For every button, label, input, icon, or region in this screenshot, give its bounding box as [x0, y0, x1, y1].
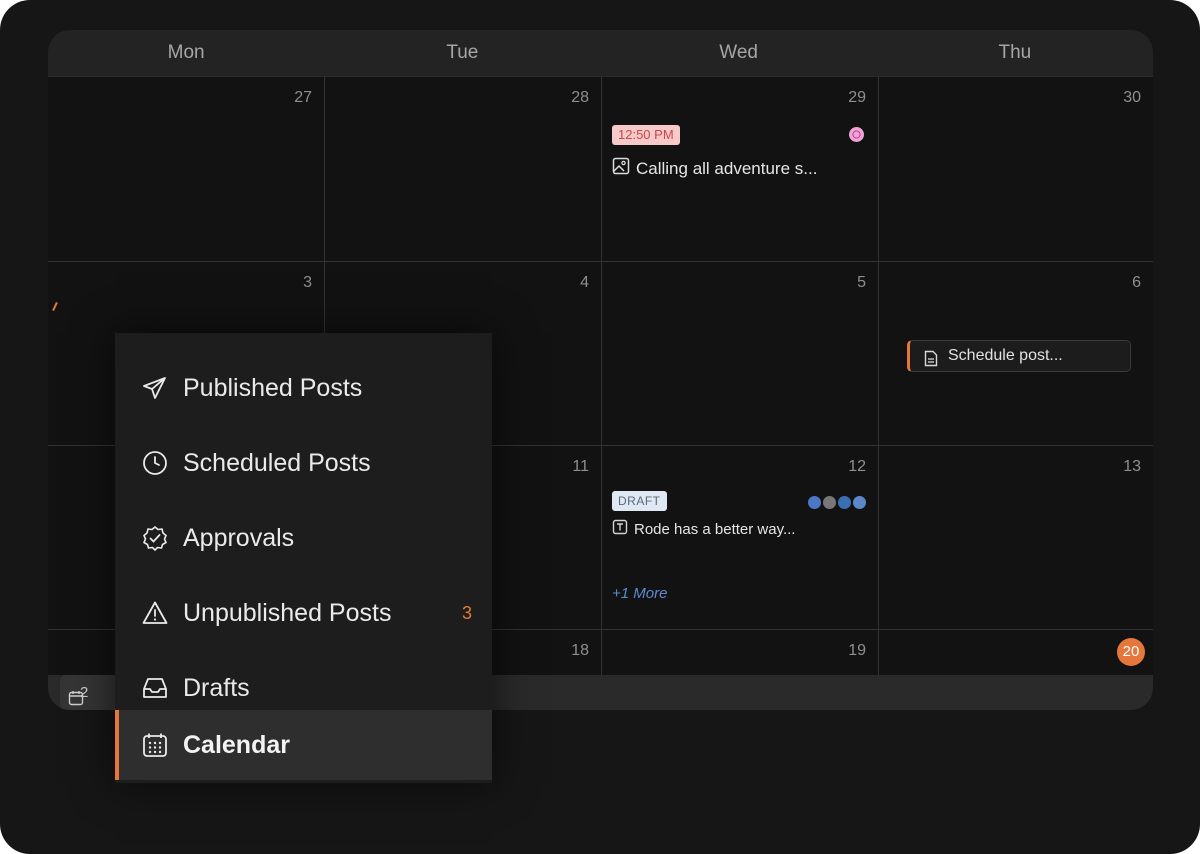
check-badge-icon	[141, 524, 169, 552]
day-cell[interactable]: 13	[879, 446, 1153, 630]
post-preview[interactable]: Calling all adventure s...	[612, 157, 817, 180]
post-title: Calling all adventure s...	[636, 158, 818, 178]
day-name-tue: Tue	[446, 42, 479, 63]
menu-item-approvals[interactable]: Approvals	[115, 503, 492, 573]
document-icon	[924, 348, 938, 378]
day-number: 12	[848, 458, 866, 475]
menu-label: Drafts	[183, 673, 250, 702]
sidebar-menu: Published Posts Scheduled Posts Approval…	[115, 333, 492, 783]
day-cell[interactable]: 28	[325, 77, 602, 262]
day-name-thu: Thu	[998, 42, 1032, 63]
day-number: 27	[294, 89, 312, 106]
inbox-tray-icon	[141, 674, 169, 702]
menu-label: Approvals	[183, 523, 295, 552]
day-number: 11	[572, 458, 589, 475]
day-number: 29	[848, 89, 866, 106]
app-frame: Mon Tue Wed Thu 27 28 29 12:50 PM Callin…	[0, 0, 1200, 854]
day-number: 30	[1123, 89, 1141, 106]
warning-icon	[141, 599, 169, 627]
schedule-post-label: Schedule post...	[948, 347, 1063, 364]
day-cell[interactable]: 12 DRAFT Rode has a better way... +1 Mor…	[602, 446, 879, 630]
linkedin-icon	[838, 496, 851, 509]
draft-badge: DRAFT	[612, 491, 667, 511]
day-name-wed: Wed	[719, 42, 758, 63]
day-cell[interactable]: 27	[48, 77, 325, 262]
day-number: 4	[580, 274, 589, 291]
image-post-icon	[612, 157, 630, 180]
day-cell[interactable]: 30	[879, 77, 1153, 262]
social-channels	[808, 496, 866, 509]
post-time-badge: 12:50 PM	[612, 125, 680, 145]
menu-label: Unpublished Posts	[183, 598, 392, 627]
menu-label: Calendar	[183, 730, 290, 759]
day-number: 6	[1132, 274, 1141, 291]
instagram-icon	[849, 127, 864, 142]
paper-plane-icon	[141, 374, 169, 402]
post-preview[interactable]: Rode has a better way...	[612, 519, 795, 539]
calendar-small-icon	[68, 684, 84, 710]
menu-item-scheduled-posts[interactable]: Scheduled Posts	[115, 428, 492, 498]
menu-item-unpublished-posts[interactable]: Unpublished Posts 3	[115, 578, 492, 648]
day-number: 19	[848, 642, 866, 659]
more-posts-link[interactable]: +1 More	[612, 585, 667, 602]
day-number: 13	[1123, 458, 1141, 475]
menu-item-calendar[interactable]: Calendar	[115, 710, 492, 780]
today-indicator: 20	[1117, 638, 1145, 666]
day-cell[interactable]: 20	[879, 630, 1153, 677]
unpublished-count-badge: 3	[461, 602, 472, 623]
day-number: 3	[303, 274, 312, 291]
day-cell[interactable]: 29 12:50 PM Calling all adventure s...	[602, 77, 879, 262]
facebook-icon	[808, 496, 821, 509]
menu-label: Published Posts	[183, 373, 363, 402]
day-cell[interactable]: 5	[602, 262, 879, 446]
schedule-post-chip[interactable]: Schedule post...	[907, 340, 1131, 372]
threads-icon	[853, 496, 866, 509]
menu-label: Scheduled Posts	[183, 448, 371, 477]
day-cell[interactable]: 19	[602, 630, 879, 677]
day-cell[interactable]: 6 Schedule post...	[879, 262, 1153, 446]
menu-item-published-posts[interactable]: Published Posts	[115, 353, 492, 423]
text-post-icon	[612, 519, 628, 539]
profile-avatar-icon	[823, 496, 836, 509]
day-number: 28	[571, 89, 589, 106]
calendar-icon	[141, 731, 169, 759]
day-number: 18	[571, 642, 589, 659]
day-name-mon: Mon	[167, 42, 205, 63]
post-title: Rode has a better way...	[634, 520, 796, 538]
clock-icon	[141, 449, 169, 477]
day-number: 5	[857, 274, 866, 291]
calendar-header: Mon Tue Wed Thu	[48, 30, 1153, 77]
